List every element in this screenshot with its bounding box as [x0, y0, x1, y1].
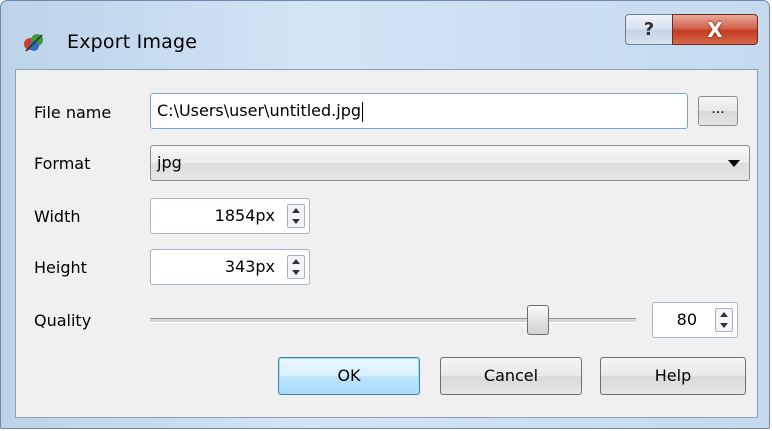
quality-slider-track[interactable]: [150, 318, 636, 323]
height-value: 343px: [224, 257, 275, 276]
width-spinbox[interactable]: 1854px: [150, 198, 310, 234]
format-select[interactable]: jpg: [150, 145, 750, 181]
close-button[interactable]: X: [672, 14, 758, 45]
title-bar[interactable]: Export Image ? X: [1, 1, 769, 69]
file-name-field[interactable]: C:\Users\user\untitled.jpg: [150, 93, 688, 129]
dialog-content: File name C:\Users\user\untitled.jpg ...…: [15, 69, 758, 418]
chevron-down-icon: [728, 160, 740, 167]
text-caret: [362, 101, 363, 122]
file-name-value: C:\Users\user\untitled.jpg: [157, 101, 361, 120]
format-label: Format: [34, 154, 91, 173]
app-icon: [24, 34, 43, 52]
width-value: 1854px: [214, 206, 275, 225]
close-icon: X: [707, 17, 723, 42]
height-spinbox[interactable]: 343px: [150, 249, 310, 285]
file-name-label: File name: [34, 103, 112, 122]
quality-stepper-icon[interactable]: [715, 308, 733, 332]
help-button[interactable]: Help: [600, 357, 746, 395]
quality-spinbox[interactable]: 80: [652, 302, 738, 338]
format-value: jpg: [157, 153, 182, 172]
ok-button[interactable]: OK: [278, 357, 420, 395]
title-help-button[interactable]: ?: [625, 14, 673, 45]
width-stepper-icon[interactable]: [287, 204, 305, 228]
browse-button[interactable]: ...: [698, 96, 738, 126]
height-stepper-icon[interactable]: [287, 255, 305, 279]
quality-slider-handle[interactable]: [527, 305, 549, 335]
quality-label: Quality: [34, 311, 92, 330]
export-image-dialog: Export Image ? X File name C:\Users\user…: [0, 0, 770, 429]
width-label: Width: [34, 207, 81, 226]
quality-value: 80: [676, 310, 697, 329]
window-title: Export Image: [67, 31, 198, 53]
cancel-button[interactable]: Cancel: [440, 357, 582, 395]
height-label: Height: [34, 258, 87, 277]
